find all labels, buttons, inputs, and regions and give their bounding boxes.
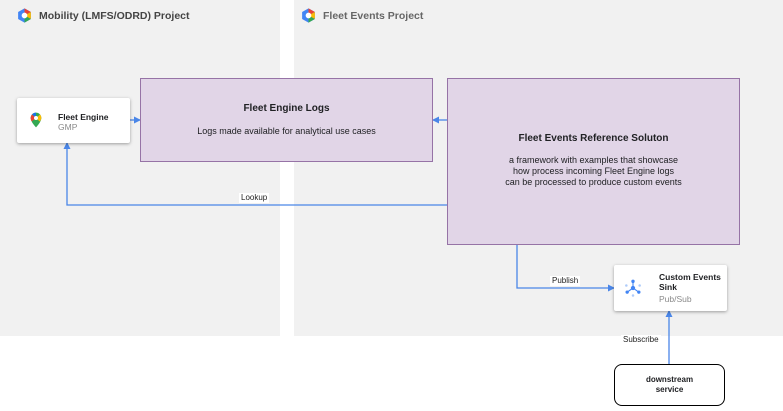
fleet-engine-logs-title: Fleet Engine Logs: [243, 103, 330, 114]
custom-events-sink-card[interactable]: Custom Events Sink Pub/Sub: [614, 265, 727, 311]
fleet-engine-logs-description: Logs made available for analytical use c…: [197, 126, 376, 136]
custom-events-sink-subtitle: Pub/Sub: [659, 294, 692, 304]
fleet-engine-card[interactable]: Fleet Engine GMP: [17, 98, 130, 143]
reference-solution-line: can be processed to produce custom event…: [505, 177, 682, 187]
downstream-line: downstream: [645, 375, 694, 384]
lookup-label: Lookup: [239, 193, 270, 203]
maps-pin-icon: [30, 112, 42, 128]
reference-solution-line: a framework with examples that showcase: [508, 155, 679, 165]
reference-solution-line: how process incoming Fleet Engine logs: [512, 166, 675, 176]
sink-title-line: Custom Events: [659, 272, 721, 282]
custom-events-sink-title: Custom Events Sink: [659, 272, 721, 292]
downstream-line: service: [655, 385, 684, 394]
sink-title-line: Sink: [659, 282, 677, 292]
publish-label: Publish: [550, 276, 581, 286]
fleet-engine-title: Fleet Engine: [58, 112, 109, 122]
downstream-service-label: downstream service: [646, 375, 693, 395]
downstream-service-box[interactable]: downstream service: [614, 364, 725, 406]
reference-solution-box[interactable]: Fleet Events Reference Soluton a framewo…: [447, 78, 740, 245]
reference-solution-title: Fleet Events Reference Soluton: [518, 133, 669, 144]
subscribe-label: Subscribe: [621, 335, 661, 345]
fleet-engine-logs-box[interactable]: Fleet Engine Logs Logs made available fo…: [140, 78, 433, 162]
reference-solution-description: a framework with examples that showcase …: [448, 155, 739, 188]
pubsub-icon: [625, 279, 641, 297]
fleet-engine-subtitle: GMP: [58, 122, 78, 132]
